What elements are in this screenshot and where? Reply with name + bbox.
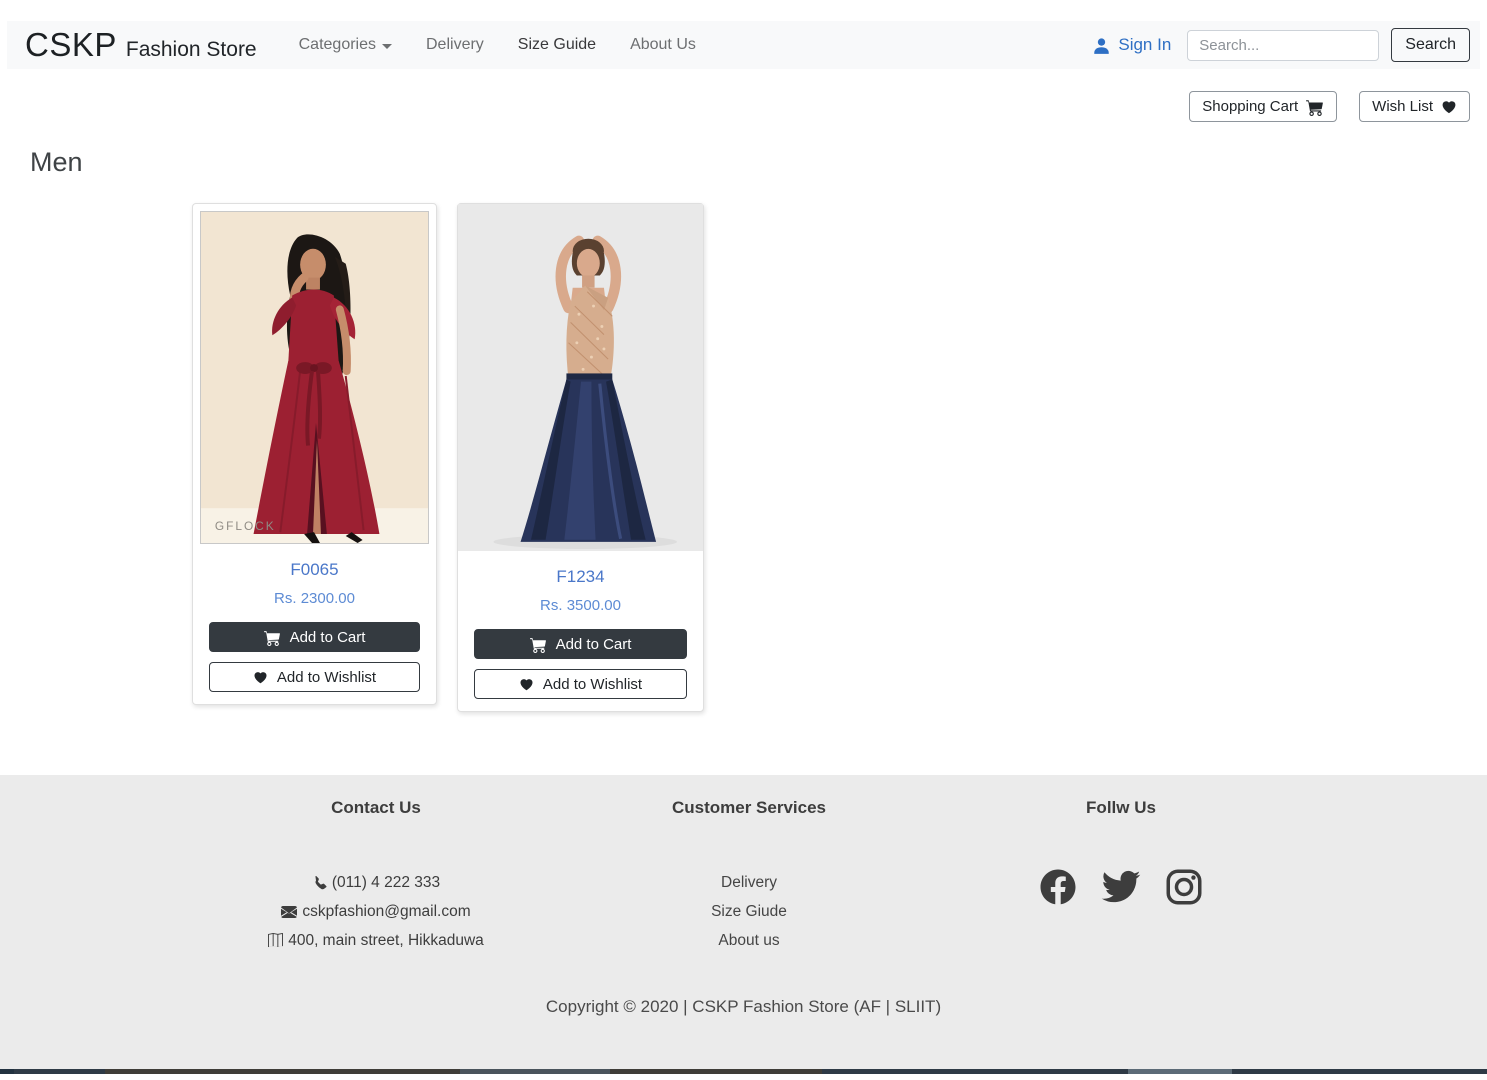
contact-address-text: 400, main street, Hikkaduwa xyxy=(288,926,484,955)
shopping-cart-button[interactable]: Shopping Cart xyxy=(1189,91,1337,122)
services-list: Delivery Size Giude About us xyxy=(569,868,929,955)
add-to-cart-label: Add to Cart xyxy=(556,636,632,653)
contact-heading: Contact Us xyxy=(196,775,556,818)
footer-link-delivery[interactable]: Delivery xyxy=(569,868,929,897)
footer-follow-column: Follw Us xyxy=(941,775,1301,908)
sign-in-label: Sign In xyxy=(1118,35,1171,55)
cart-icon xyxy=(264,629,281,646)
footer-link-about-us[interactable]: About us xyxy=(569,926,929,955)
twitter-icon[interactable] xyxy=(1099,866,1143,908)
footer-services-column: Customer Services Delivery Size Giude Ab… xyxy=(569,775,929,955)
brand-logo[interactable]: CSKP Fashion Store xyxy=(25,26,257,64)
footer-contact-column: Contact Us (011) 4 222 333 cskpfashion@g… xyxy=(196,775,556,955)
copyright-text: Copyright © 2020 | CSKP Fashion Store (A… xyxy=(0,997,1487,1017)
product-image-f1234[interactable] xyxy=(458,204,703,551)
sign-in-link[interactable]: Sign In xyxy=(1092,35,1171,55)
services-heading: Customer Services xyxy=(569,775,929,818)
contact-email: cskpfashion@gmail.com xyxy=(196,897,556,926)
person-icon xyxy=(1092,36,1111,55)
product-photo-red-dress: GFLOCK xyxy=(200,211,429,544)
phone-icon xyxy=(312,875,327,890)
add-to-cart-button[interactable]: Add to Cart xyxy=(209,622,420,652)
contact-list: (011) 4 222 333 cskpfashion@gmail.com 40… xyxy=(196,868,556,955)
nav-item-delivery[interactable]: Delivery xyxy=(426,36,484,54)
add-to-wishlist-button[interactable]: Add to Wishlist xyxy=(474,669,687,699)
add-to-wishlist-button[interactable]: Add to Wishlist xyxy=(209,662,420,692)
product-card-f0065: GFLOCK F0065 Rs. 2300.00 Add to Cart Add… xyxy=(192,203,437,705)
social-icons xyxy=(941,866,1301,908)
wish-list-label: Wish List xyxy=(1372,98,1433,115)
product-photo-navy-gown xyxy=(458,204,703,551)
add-to-wishlist-label: Add to Wishlist xyxy=(277,669,376,686)
heart-icon xyxy=(1441,99,1457,115)
heart-icon xyxy=(253,670,268,685)
nav-item-categories-label: Categories xyxy=(299,36,376,54)
contact-email-text: cskpfashion@gmail.com xyxy=(302,897,470,926)
top-navbar: CSKP Fashion Store Categories Delivery S… xyxy=(7,21,1480,69)
product-card-f1234: F1234 Rs. 3500.00 Add to Cart Add to Wis… xyxy=(457,203,704,712)
image-watermark: GFLOCK xyxy=(215,519,276,533)
instagram-icon[interactable] xyxy=(1163,866,1205,908)
envelope-icon xyxy=(281,904,297,920)
footer-link-size-guide[interactable]: Size Giude xyxy=(569,897,929,926)
navbar-right: Sign In Search xyxy=(1092,28,1470,62)
nav-item-size-guide-label: Size Guide xyxy=(518,36,596,54)
add-to-cart-label: Add to Cart xyxy=(290,629,366,646)
product-code-link[interactable]: F1234 xyxy=(465,567,696,587)
nav-links: Categories Delivery Size Guide About Us xyxy=(299,36,696,54)
footer: Contact Us (011) 4 222 333 cskpfashion@g… xyxy=(0,775,1487,1069)
facebook-icon[interactable] xyxy=(1037,866,1079,908)
cart-icon xyxy=(1306,98,1324,116)
add-to-wishlist-label: Add to Wishlist xyxy=(543,676,642,693)
product-code-link[interactable]: F0065 xyxy=(200,560,429,580)
search-button[interactable]: Search xyxy=(1391,28,1470,62)
nav-item-delivery-label: Delivery xyxy=(426,36,484,54)
page-title: Men xyxy=(30,147,83,178)
brand-tagline: Fashion Store xyxy=(126,38,257,62)
map-icon xyxy=(268,933,283,948)
nav-item-categories[interactable]: Categories xyxy=(299,36,392,54)
heart-icon xyxy=(519,677,534,692)
nav-item-size-guide[interactable]: Size Guide xyxy=(518,36,596,54)
product-grid: GFLOCK F0065 Rs. 2300.00 Add to Cart Add… xyxy=(192,203,704,712)
product-price: Rs. 3500.00 xyxy=(465,597,696,614)
wish-list-button[interactable]: Wish List xyxy=(1359,91,1470,122)
contact-phone: (011) 4 222 333 xyxy=(196,868,556,897)
contact-phone-text: (011) 4 222 333 xyxy=(332,868,440,897)
shopping-cart-label: Shopping Cart xyxy=(1202,98,1298,115)
product-image-f0065[interactable]: GFLOCK xyxy=(200,211,429,544)
search-input[interactable] xyxy=(1187,30,1379,61)
add-to-cart-button[interactable]: Add to Cart xyxy=(474,629,687,659)
follow-heading: Follw Us xyxy=(941,775,1301,818)
product-price: Rs. 2300.00 xyxy=(200,590,429,607)
brand-name: CSKP xyxy=(25,26,117,64)
chevron-down-icon xyxy=(382,44,392,49)
toolbar-row: Shopping Cart Wish List xyxy=(1189,91,1470,122)
cart-icon xyxy=(530,636,547,653)
nav-item-about-us-label: About Us xyxy=(630,36,696,54)
contact-address: 400, main street, Hikkaduwa xyxy=(196,926,556,955)
nav-item-about-us[interactable]: About Us xyxy=(630,36,696,54)
bottom-edge-strip xyxy=(0,1069,1487,1074)
